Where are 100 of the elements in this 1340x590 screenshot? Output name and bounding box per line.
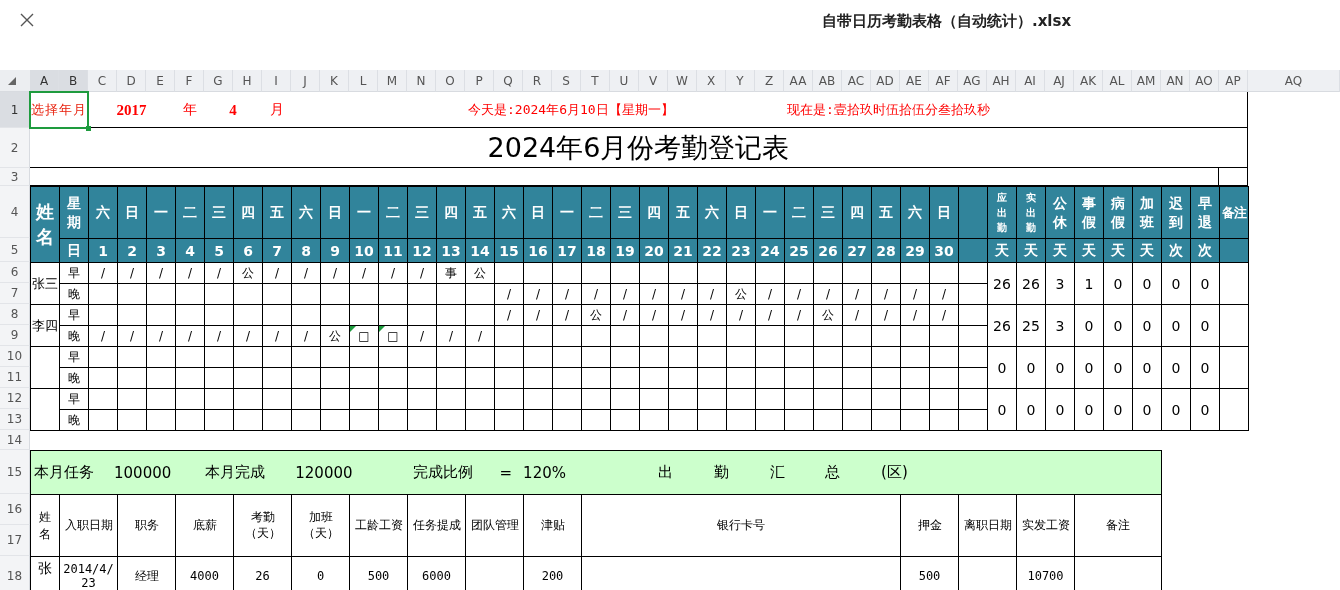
weekday-header: 二 bbox=[378, 186, 408, 239]
date-picker-cell[interactable]: 选择年月 bbox=[30, 92, 88, 128]
attendance-mark: / bbox=[709, 308, 714, 322]
row-header[interactable]: 17 bbox=[0, 525, 30, 556]
row-header[interactable]: 4 bbox=[0, 186, 30, 238]
attendance-mark: □ bbox=[358, 329, 370, 343]
row-header[interactable]: 5 bbox=[0, 238, 30, 262]
unit-header: 天 bbox=[1103, 238, 1133, 263]
column-header[interactable]: T bbox=[581, 70, 610, 92]
column-heading: 津贴 bbox=[540, 517, 565, 534]
row-header[interactable]: 13 bbox=[0, 409, 30, 430]
column-header[interactable]: AM bbox=[1132, 70, 1161, 92]
column-header[interactable]: AK bbox=[1074, 70, 1103, 92]
row-header[interactable]: 7 bbox=[0, 283, 30, 304]
unit-header: 次 bbox=[1161, 238, 1191, 263]
row-header[interactable]: 11 bbox=[0, 367, 30, 388]
column-header[interactable]: AH bbox=[987, 70, 1016, 92]
fill-handle[interactable] bbox=[86, 126, 91, 131]
column-header[interactable]: E bbox=[146, 70, 175, 92]
column-header[interactable]: AJ bbox=[1045, 70, 1074, 92]
remark-header: 备注 bbox=[1219, 186, 1249, 239]
column-header[interactable]: F bbox=[175, 70, 204, 92]
attendance-mark: / bbox=[361, 266, 366, 280]
weekday-header: 四 bbox=[842, 186, 872, 239]
weekday-header: 日 bbox=[929, 186, 959, 239]
column-header[interactable]: P bbox=[465, 70, 494, 92]
stat-header: 公休 bbox=[1045, 186, 1075, 239]
column-header[interactable]: AC bbox=[842, 70, 871, 92]
stat-value: 0 bbox=[1142, 401, 1152, 418]
column-header[interactable]: AO bbox=[1190, 70, 1219, 92]
column-header[interactable]: AG bbox=[958, 70, 987, 92]
column-header[interactable]: C bbox=[88, 70, 117, 92]
column-heading: 考勤（天） bbox=[243, 509, 282, 542]
attendance-mark: / bbox=[680, 287, 685, 301]
column-heading: 备注 bbox=[1106, 517, 1130, 534]
column-heading: 任务提成 bbox=[412, 517, 461, 534]
column-header[interactable]: AA bbox=[784, 70, 813, 92]
column-heading: 底薪 bbox=[192, 517, 217, 534]
row-header[interactable]: 16 bbox=[0, 494, 30, 525]
column-header[interactable]: Q bbox=[494, 70, 523, 92]
date-header: 2 bbox=[117, 238, 147, 263]
column-header[interactable]: H bbox=[233, 70, 262, 92]
select-all-icon[interactable] bbox=[8, 77, 16, 85]
ratio-label: 完成比例 bbox=[412, 463, 473, 482]
column-header[interactable]: D bbox=[117, 70, 146, 92]
column-header[interactable]: B bbox=[59, 70, 88, 92]
column-header[interactable]: I bbox=[262, 70, 291, 92]
row-header[interactable]: 18 bbox=[0, 556, 30, 590]
row-header[interactable]: 15 bbox=[0, 450, 30, 494]
column-header[interactable]: AB bbox=[813, 70, 842, 92]
name-header: 姓名 bbox=[30, 186, 60, 263]
weekday-header: 五 bbox=[465, 186, 495, 239]
row-header[interactable]: 1 bbox=[0, 92, 30, 128]
column-header[interactable]: AP bbox=[1219, 70, 1248, 92]
row-header[interactable]: 9 bbox=[0, 325, 30, 346]
column-header[interactable]: W bbox=[668, 70, 697, 92]
row-header[interactable]: 10 bbox=[0, 346, 30, 367]
column-header[interactable]: AQ bbox=[1248, 70, 1340, 92]
close-icon[interactable] bbox=[20, 13, 34, 27]
column-header[interactable]: AN bbox=[1161, 70, 1190, 92]
ratio-value: 120% bbox=[523, 463, 566, 482]
stat-value: 0 bbox=[1171, 275, 1181, 292]
column-header[interactable]: Y bbox=[726, 70, 755, 92]
column-header[interactable]: L bbox=[349, 70, 378, 92]
column-header[interactable]: Z bbox=[755, 70, 784, 92]
column-header[interactable]: K bbox=[320, 70, 349, 92]
attendance-mark: / bbox=[796, 287, 801, 301]
unit-header: 天 bbox=[1132, 238, 1162, 263]
column-header[interactable]: V bbox=[639, 70, 668, 92]
column-header[interactable]: U bbox=[610, 70, 639, 92]
date-header: 9 bbox=[320, 238, 350, 263]
column-header[interactable]: AI bbox=[1016, 70, 1045, 92]
attendance-mark: / bbox=[506, 287, 511, 301]
row-header[interactable]: 3 bbox=[0, 168, 30, 186]
stat-value: 1 bbox=[1084, 275, 1094, 292]
row-header[interactable]: 2 bbox=[0, 128, 30, 168]
date-header: 15 bbox=[494, 238, 524, 263]
column-header[interactable]: M bbox=[378, 70, 407, 92]
row-header[interactable]: 14 bbox=[0, 430, 30, 450]
unit-header: 天 bbox=[1016, 238, 1046, 263]
stat-value: 26 bbox=[993, 275, 1011, 292]
column-header[interactable]: A bbox=[30, 70, 59, 92]
column-header[interactable]: S bbox=[552, 70, 581, 92]
column-header[interactable]: AL bbox=[1103, 70, 1132, 92]
column-header[interactable]: G bbox=[204, 70, 233, 92]
row-header[interactable]: 8 bbox=[0, 304, 30, 325]
column-header[interactable]: O bbox=[436, 70, 465, 92]
stat-value: 0 bbox=[1171, 401, 1181, 418]
column-header[interactable]: X bbox=[697, 70, 726, 92]
column-header[interactable]: R bbox=[523, 70, 552, 92]
stat-value: 0 bbox=[1200, 401, 1210, 418]
column-header[interactable]: AD bbox=[871, 70, 900, 92]
column-header[interactable]: J bbox=[291, 70, 320, 92]
column-header[interactable]: AF bbox=[929, 70, 958, 92]
column-header[interactable]: N bbox=[407, 70, 436, 92]
shift-label: 晚 bbox=[68, 285, 80, 303]
row-header[interactable]: 6 bbox=[0, 262, 30, 283]
weekday-header: 二 bbox=[175, 186, 205, 239]
row-header[interactable]: 12 bbox=[0, 388, 30, 409]
column-header[interactable]: AE bbox=[900, 70, 929, 92]
